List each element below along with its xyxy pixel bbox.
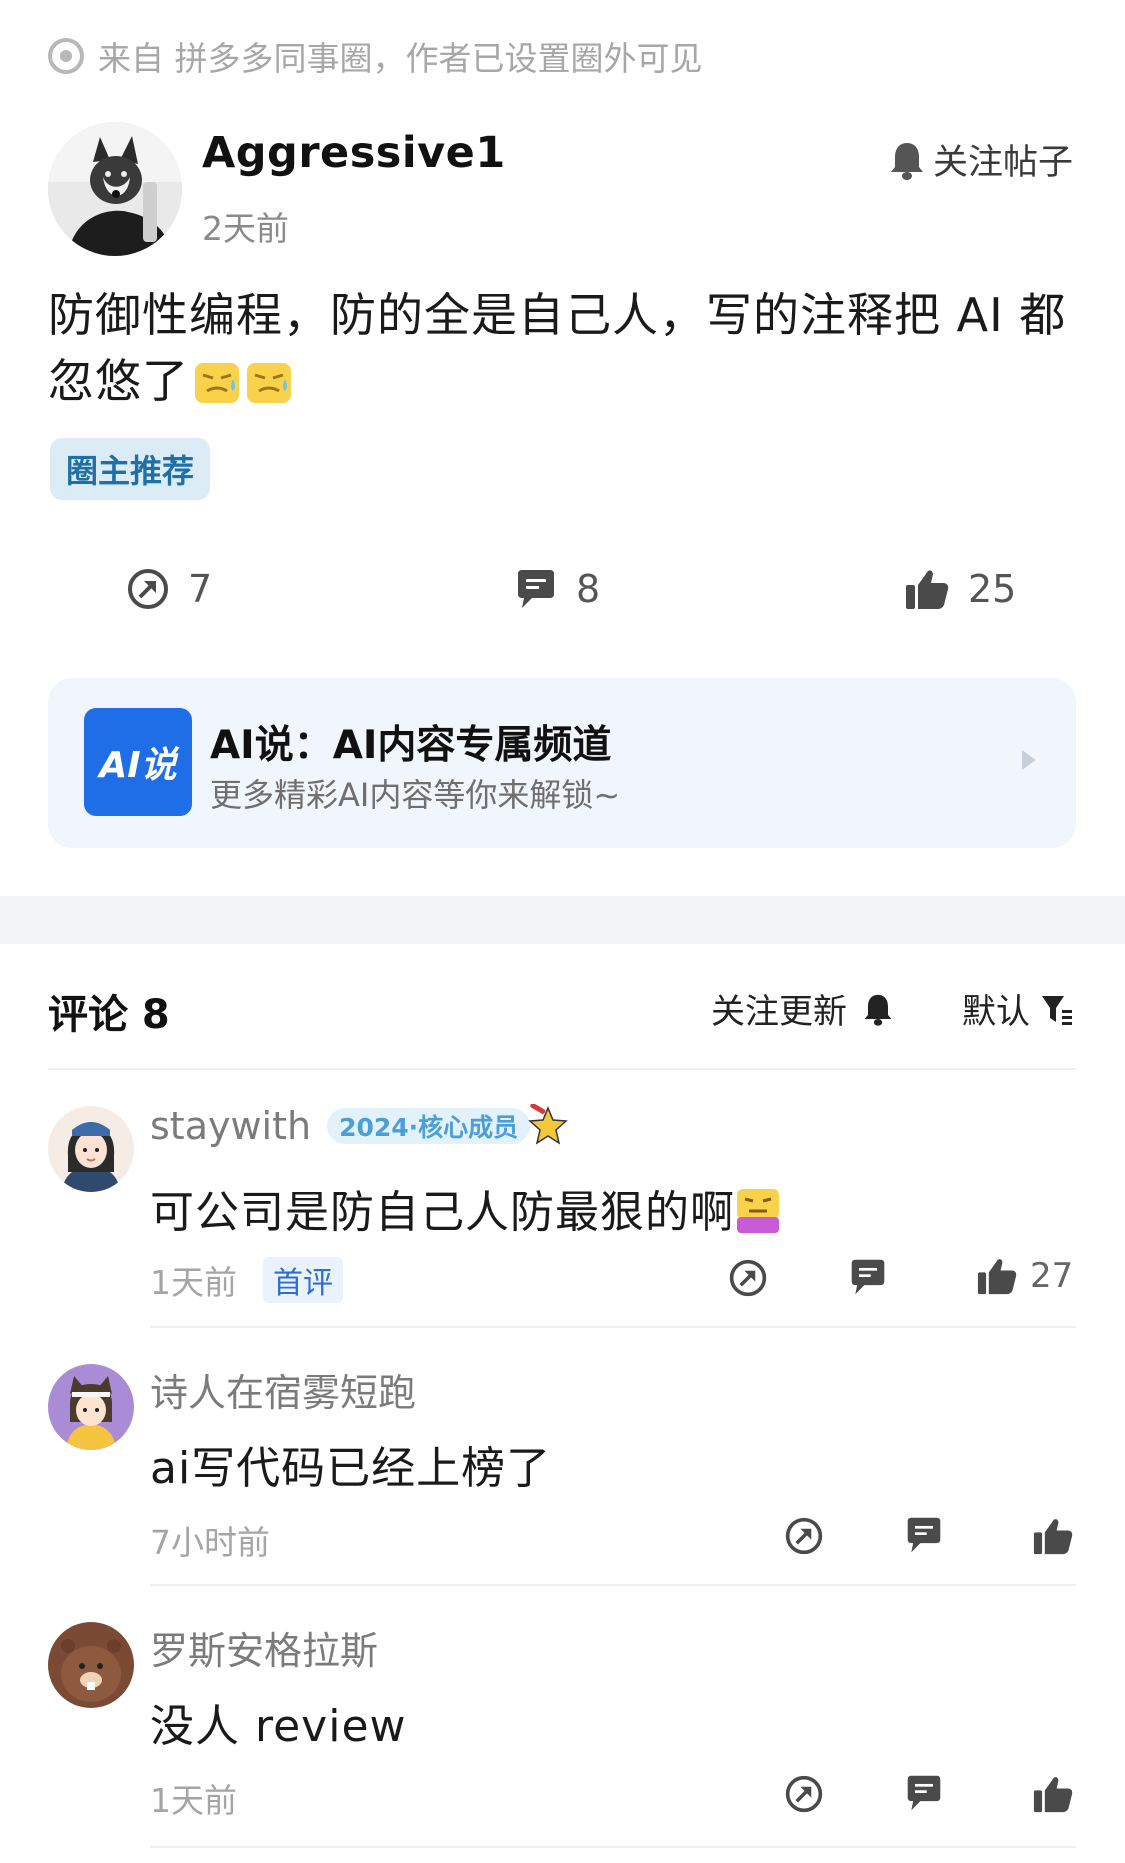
sweat-emoji-icon (247, 363, 291, 403)
sticker-emoji-icon (737, 1189, 779, 1233)
comment-time: 1天前 (150, 1263, 237, 1302)
channel-subtitle: 更多精彩AI内容等你来解锁~ (210, 776, 621, 814)
comment-bubble-icon (907, 1517, 941, 1553)
follow-post-label: 关注帖子 (932, 143, 1073, 183)
comment-time: 7小时前 (150, 1523, 270, 1562)
comment-share-button[interactable] (784, 1516, 824, 1560)
owner-recommend-tag[interactable]: 圈主推荐 (50, 438, 211, 500)
commenter-avatar[interactable] (48, 1622, 134, 1708)
comment-reply-button[interactable] (904, 1774, 944, 1816)
girl-avatar-image (48, 1106, 134, 1192)
husky-avatar-image (48, 122, 182, 256)
beaver-avatar-image (48, 1622, 134, 1708)
share-icon (785, 1517, 823, 1555)
share-icon (128, 569, 168, 609)
share-count: 7 (188, 567, 213, 611)
comment-author-row: staywith 2024·核心成员 (150, 1104, 570, 1148)
author-name[interactable]: Aggressive1 (202, 128, 506, 178)
sort-button[interactable]: 默认 (962, 984, 1074, 1033)
cat-ear-avatar-image (48, 1364, 134, 1450)
ai-channel-logo: AI说 (84, 708, 192, 816)
follow-updates-label: 关注更新 (711, 992, 847, 1032)
ai-channel-card[interactable]: AI说 AI说：AI内容专属频道 更多精彩AI内容等你来解锁~ (48, 678, 1076, 848)
thumbs-up-icon (977, 1259, 1017, 1295)
follow-updates-button[interactable]: 关注更新 (711, 984, 893, 1033)
post-time: 2天前 (202, 209, 289, 248)
bell-icon (864, 994, 892, 1026)
section-divider (0, 896, 1125, 944)
thumbs-up-icon (906, 570, 949, 609)
comment-reply-button[interactable] (848, 1258, 888, 1300)
comment-author-name[interactable]: 罗斯安格拉斯 (150, 1620, 378, 1675)
comment-meta: 1天前 首评 (150, 1256, 343, 1304)
channel-title: AI说：AI内容专属频道 (210, 723, 612, 768)
comments-title: 评论 8 (48, 992, 170, 1038)
follow-post-button[interactable]: 关注帖子 (889, 134, 1073, 185)
comment-like-button[interactable]: 27 (976, 1256, 1073, 1296)
comment-like-button[interactable] (1032, 1774, 1074, 1818)
like-count: 25 (968, 567, 1017, 611)
comment-text: 没人 review (150, 1701, 407, 1752)
comment-share-button[interactable] (784, 1774, 824, 1818)
sweat-emoji-icon (195, 363, 239, 403)
commenter-avatar[interactable] (48, 1364, 134, 1450)
comment-author-name[interactable]: staywith (150, 1104, 311, 1148)
comment-body: 可公司是防自己人防最狠的啊 (150, 1176, 781, 1240)
post-body: 防御性编程，防的全是自己人，写的注释把 AI 都忽悠了 (48, 282, 1088, 414)
comment-like-button[interactable] (1032, 1516, 1074, 1560)
source-line: 来自 拼多多同事圈，作者已设置圈外可见 (48, 34, 703, 78)
star-badge-icon (528, 1104, 568, 1145)
divider (48, 1068, 1076, 1070)
like-stat[interactable]: 25 (904, 564, 1016, 614)
comment-bubble-icon (907, 1775, 941, 1811)
comment-stat[interactable]: 8 (514, 564, 600, 614)
comment-share-button[interactable] (728, 1258, 768, 1302)
comment-like-count: 27 (1030, 1256, 1074, 1296)
chevron-right-icon (1022, 750, 1036, 770)
author-avatar[interactable] (48, 122, 182, 256)
member-badge: 2024·核心成员 (327, 1108, 531, 1144)
sort-label: 默认 (962, 992, 1030, 1032)
filter-sort-icon (1042, 995, 1072, 1025)
comment-author-name[interactable]: 诗人在宿雾短跑 (150, 1362, 416, 1417)
divider (150, 1846, 1076, 1848)
comment-text: ai写代码已经上榜了 (150, 1443, 552, 1494)
comment-text: 可公司是防自己人防最狠的啊 (150, 1187, 735, 1238)
thumbs-up-icon (1033, 1777, 1073, 1813)
circle-source-icon (48, 38, 84, 74)
comment-count: 8 (576, 567, 601, 611)
source-text: 来自 拼多多同事圈，作者已设置圈外可见 (98, 39, 703, 78)
share-stat[interactable]: 7 (126, 564, 212, 614)
divider (150, 1326, 1076, 1328)
divider (150, 1584, 1076, 1586)
thumbs-up-icon (1033, 1519, 1073, 1555)
first-comment-badge: 首评 (263, 1257, 343, 1303)
bell-icon (890, 142, 923, 180)
share-icon (785, 1775, 823, 1813)
comment-bubble-icon (518, 570, 554, 608)
comment-reply-button[interactable] (904, 1516, 944, 1558)
share-icon (729, 1259, 767, 1297)
comment-bubble-icon (851, 1259, 885, 1295)
comment-time: 1天前 (150, 1781, 237, 1820)
commenter-avatar[interactable] (48, 1106, 134, 1192)
